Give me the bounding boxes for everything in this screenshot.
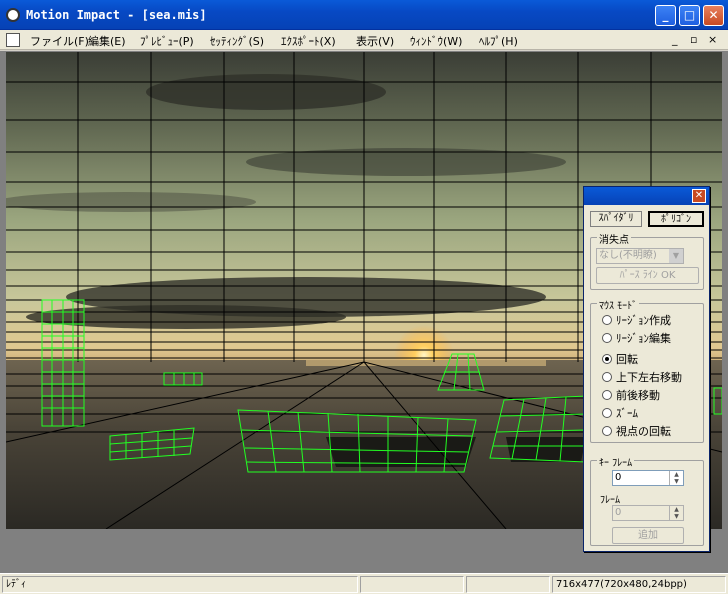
status-ready: ﾚﾃﾞｨ	[2, 576, 358, 593]
stepper-arrows-icon[interactable]: ▲ ▼	[669, 506, 683, 520]
vanishing-point-value: なし(不明瞭)	[599, 250, 657, 261]
window-titlebar[interactable]: Motion Impact - [sea.mis] _ □ ✕	[0, 0, 728, 30]
add-keyframe-button[interactable]: 追加	[612, 527, 684, 544]
boat-silhouette	[506, 437, 586, 462]
chevron-down-icon[interactable]: ▼	[669, 249, 683, 263]
radio-label: ﾘｰｼﾞｮﾝ編集	[616, 332, 671, 345]
keyframe-value: 0	[615, 472, 622, 483]
keyframe-stepper[interactable]: 0 ▲ ▼	[612, 470, 684, 486]
vanishing-point-label: 消失点	[597, 231, 631, 246]
tool-panel: ✕ ｽﾊﾟｲﾀﾞﾘ ﾎﾟﾘｺﾞﾝ 消失点 なし(不明瞭) ▼ ﾊﾟｰｽ ﾗｲﾝ …	[583, 186, 710, 552]
radio-zoom[interactable]: ｽﾞｰﾑ	[602, 405, 638, 421]
panel-titlebar[interactable]: ✕	[584, 187, 709, 205]
mouse-mode-label: ﾏｳｽ ﾓｰﾄﾞ	[597, 297, 640, 312]
radio-label: 回転	[616, 353, 638, 366]
keyframe-label: ｷｰ ﾌﾚｰﾑ	[597, 454, 635, 469]
radio-view-rotate[interactable]: 視点の回転	[602, 423, 671, 439]
menu-export[interactable]: ｴｸｽﾎﾟｰﾄ(X)	[281, 33, 336, 49]
app-logo-icon	[6, 8, 20, 22]
window-title: Motion Impact - [sea.mis]	[26, 8, 207, 22]
radio-button[interactable]	[602, 390, 612, 400]
radio-dolly[interactable]: 前後移動	[602, 387, 660, 403]
radio-button[interactable]	[602, 315, 612, 325]
cloud	[6, 192, 256, 212]
status-image-info: 716x477(720x480,24bpp)	[552, 576, 726, 593]
radio-rotate[interactable]: 回転	[602, 351, 638, 367]
radio-button[interactable]	[602, 333, 612, 343]
minimize-button[interactable]: _	[655, 5, 676, 26]
frame-label: ﾌﾚｰﾑ	[600, 495, 620, 506]
statusbar: ﾚﾃﾞｨ 716x477(720x480,24bpp)	[0, 573, 728, 594]
menu-help[interactable]: ﾍﾙﾌﾟ(H)	[479, 33, 518, 49]
perspective-line-ok-button[interactable]: ﾊﾟｰｽ ﾗｲﾝ OK	[596, 267, 699, 284]
cloud	[146, 74, 386, 110]
radio-label: 視点の回転	[616, 425, 671, 438]
frame-stepper[interactable]: 0 ▲ ▼	[612, 505, 684, 521]
tab-polygon[interactable]: ﾎﾟﾘｺﾞﾝ	[648, 211, 704, 227]
radio-button[interactable]	[602, 354, 612, 364]
menubar: ファイル(F) 編集(E) ﾌﾟﾚﾋﾞｭｰ(P) ｾｯﾃｨﾝｸﾞ(S) ｴｸｽﾎ…	[0, 30, 728, 50]
radio-region-create[interactable]: ﾘｰｼﾞｮﾝ作成	[602, 312, 671, 328]
menu-preview[interactable]: ﾌﾟﾚﾋﾞｭｰ(P)	[140, 33, 194, 49]
status-cell-empty	[360, 576, 464, 593]
sun-reflection	[306, 360, 546, 366]
radio-pan[interactable]: 上下左右移動	[602, 369, 682, 385]
radio-label: ﾘｰｼﾞｮﾝ作成	[616, 314, 671, 327]
stepper-arrows-icon[interactable]: ▲ ▼	[669, 471, 683, 485]
radio-region-edit[interactable]: ﾘｰｼﾞｮﾝ編集	[602, 330, 671, 346]
mdi-close-button[interactable]: ×	[708, 33, 717, 46]
menu-window[interactable]: ｳｨﾝﾄﾞｳ(W)	[410, 33, 462, 49]
mdi-minimize-button[interactable]: _	[672, 33, 678, 46]
radio-button[interactable]	[602, 408, 612, 418]
radio-label: 前後移動	[616, 389, 660, 402]
document-icon[interactable]	[6, 33, 20, 47]
frame-value: 0	[615, 507, 622, 518]
menu-file[interactable]: ファイル(F)	[30, 33, 89, 49]
vanishing-point-select[interactable]: なし(不明瞭) ▼	[596, 248, 684, 264]
close-button[interactable]: ✕	[703, 5, 724, 26]
radio-label: ｽﾞｰﾑ	[616, 407, 638, 420]
cloud	[26, 305, 346, 329]
radio-button[interactable]	[602, 372, 612, 382]
maximize-button[interactable]: □	[679, 5, 700, 26]
radio-button[interactable]	[602, 426, 612, 436]
tab-spider[interactable]: ｽﾊﾟｲﾀﾞﾘ	[590, 211, 642, 227]
menu-view[interactable]: 表示(V)	[356, 33, 394, 49]
radio-label: 上下左右移動	[616, 371, 682, 384]
status-cell-empty	[466, 576, 550, 593]
menu-settings[interactable]: ｾｯﾃｨﾝｸﾞ(S)	[210, 33, 264, 49]
panel-close-button[interactable]: ✕	[692, 189, 706, 203]
menu-edit[interactable]: 編集(E)	[88, 33, 126, 49]
mdi-restore-button[interactable]: ▫	[690, 33, 697, 46]
